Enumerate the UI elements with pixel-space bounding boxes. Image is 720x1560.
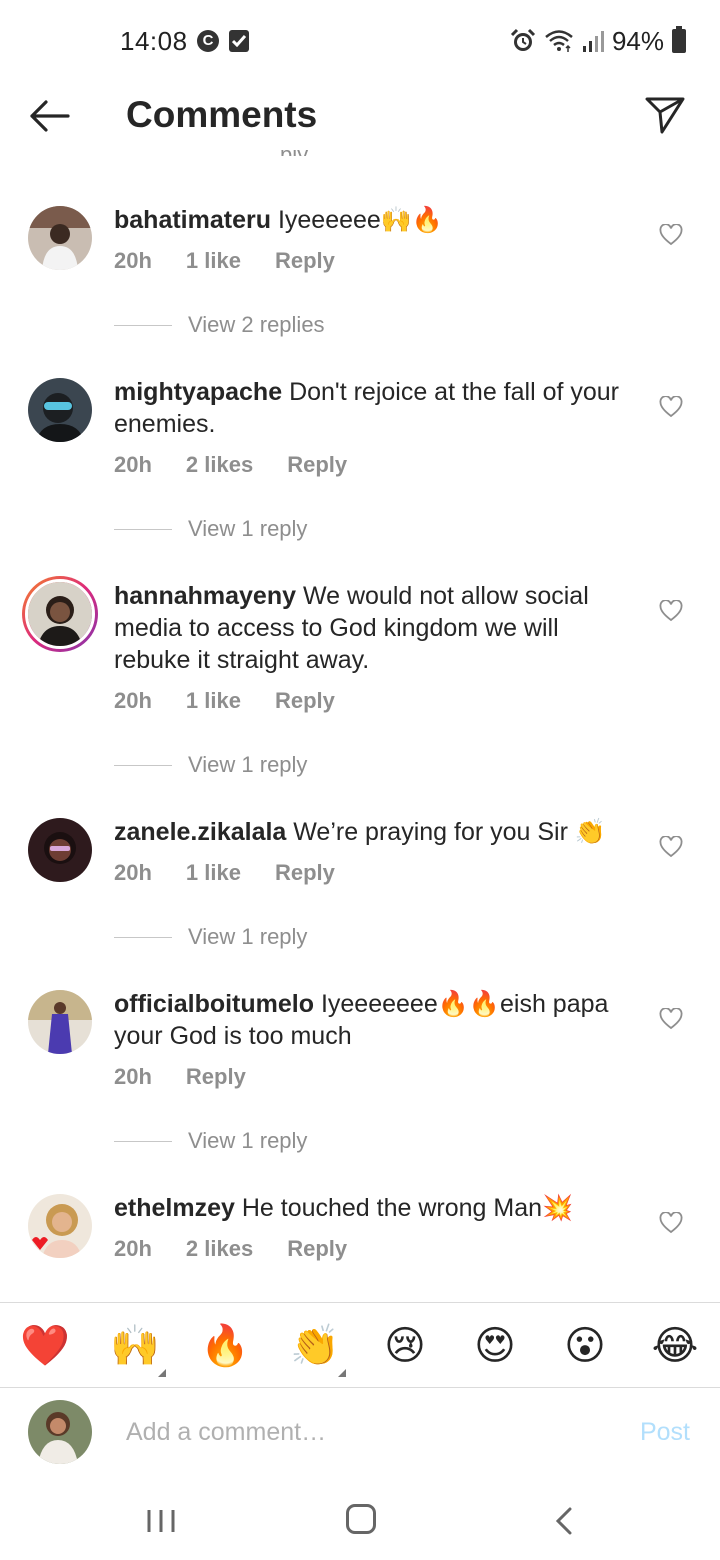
checkbox-notification-icon xyxy=(229,30,249,52)
emoji-heart-button[interactable]: ❤️ xyxy=(20,1321,70,1371)
reply-button[interactable]: Reply xyxy=(287,1236,347,1262)
emoji-laughing-button[interactable]: 😂 xyxy=(650,1321,700,1371)
emoji-fire-button[interactable]: 🔥 xyxy=(200,1321,250,1371)
reply-button[interactable]: Reply xyxy=(275,688,335,714)
comment-username[interactable]: hannahmayeny xyxy=(114,582,296,610)
comment-composer: Post xyxy=(0,1388,720,1480)
reply-button[interactable]: Reply xyxy=(186,1064,246,1090)
emoji-clapping-button[interactable]: 👏 xyxy=(290,1321,340,1371)
avatar[interactable] xyxy=(28,1194,92,1258)
reply-button[interactable]: Reply xyxy=(275,860,335,886)
heart-outline-icon[interactable] xyxy=(659,1008,683,1030)
comment-time: 20h xyxy=(114,452,152,477)
c-app-icon: C xyxy=(197,30,219,52)
heart-outline-icon[interactable] xyxy=(659,396,683,418)
emoji-raising-hands-button[interactable]: 🙌 xyxy=(110,1321,160,1371)
heart-outline-icon[interactable] xyxy=(659,1212,683,1234)
signal-icon xyxy=(582,31,604,52)
comment-username[interactable]: mightyapache xyxy=(114,378,282,406)
status-icons: 94% xyxy=(510,26,686,56)
reply-button[interactable]: Reply xyxy=(275,248,335,274)
reply-button[interactable]: Reply xyxy=(287,452,347,478)
comment-time: 20h xyxy=(114,860,152,885)
alarm-icon xyxy=(510,28,536,51)
battery-icon xyxy=(672,26,686,53)
chevron-left-icon[interactable] xyxy=(552,1506,576,1536)
status-bar: 14:08 C 94% xyxy=(0,0,720,84)
comment-likes[interactable]: 1 like xyxy=(186,688,241,714)
emoji-quick-bar: ❤️ 🙌 🔥 👏 😢 😍 😮 😂 xyxy=(0,1302,720,1388)
heart-outline-icon[interactable] xyxy=(659,224,683,246)
paper-plane-icon[interactable] xyxy=(644,94,686,136)
skin-tone-indicator-icon xyxy=(338,1369,346,1377)
comment-time: 20h xyxy=(114,688,152,713)
heart-outline-icon[interactable] xyxy=(659,836,683,858)
comments-list[interactable]: ply bahatimateru Iyeeeeee🙌🔥 20h 1 like R… xyxy=(0,150,720,1300)
comment-text: He touched the wrong Man💥 xyxy=(241,1194,574,1222)
arrow-left-icon[interactable] xyxy=(26,96,72,136)
avatar[interactable] xyxy=(28,818,92,882)
wifi-icon xyxy=(545,30,573,52)
post-button[interactable]: Post xyxy=(640,1418,690,1447)
comment-username[interactable]: officialboitumelo xyxy=(114,990,314,1018)
status-time: 14:08 xyxy=(120,26,188,56)
comment-text: We’re praying for you Sir 👏 xyxy=(293,818,607,846)
comment-likes[interactable]: 2 likes xyxy=(186,1236,253,1262)
emoji-heart-eyes-button[interactable]: 😍 xyxy=(470,1321,520,1371)
comment-time: 20h xyxy=(114,248,152,273)
comment-input[interactable] xyxy=(126,1412,606,1452)
avatar[interactable] xyxy=(28,206,92,270)
avatar[interactable] xyxy=(28,990,92,1054)
view-replies-button[interactable]: View 1 reply xyxy=(114,1128,307,1154)
avatar-story-ring[interactable] xyxy=(22,576,98,652)
comment-text: Iyeeeeee🙌🔥 xyxy=(277,206,444,234)
view-replies-button[interactable]: View 1 reply xyxy=(114,752,307,778)
system-nav-bar xyxy=(0,1480,720,1560)
comment-username[interactable]: bahatimateru xyxy=(114,206,271,234)
comment-time: 20h xyxy=(114,1064,152,1089)
view-replies-button[interactable]: View 2 replies xyxy=(114,312,325,338)
previous-comment-fragment: ply xyxy=(280,150,340,156)
avatar[interactable] xyxy=(28,378,92,442)
recent-apps-icon[interactable] xyxy=(146,1508,176,1534)
comment-likes[interactable]: 2 likes xyxy=(186,452,253,478)
emoji-surprised-button[interactable]: 😮 xyxy=(560,1321,610,1371)
home-icon[interactable] xyxy=(346,1504,376,1534)
comment-time: 20h xyxy=(114,1236,152,1261)
comment-username[interactable]: zanele.zikalala xyxy=(114,818,286,846)
battery-percent: 94% xyxy=(611,25,664,56)
my-avatar xyxy=(28,1400,92,1464)
view-replies-button[interactable]: View 1 reply xyxy=(114,924,307,950)
skin-tone-indicator-icon xyxy=(158,1369,166,1377)
emoji-crying-button[interactable]: 😢 xyxy=(380,1321,430,1371)
view-replies-button[interactable]: View 1 reply xyxy=(114,516,307,542)
header: Comments xyxy=(0,84,720,150)
comment-likes[interactable]: 1 like xyxy=(186,860,241,886)
comment-username[interactable]: ethelmzey xyxy=(114,1194,235,1222)
comment-likes[interactable]: 1 like xyxy=(186,248,241,274)
page-title: Comments xyxy=(126,94,318,135)
heart-outline-icon[interactable] xyxy=(659,600,683,622)
